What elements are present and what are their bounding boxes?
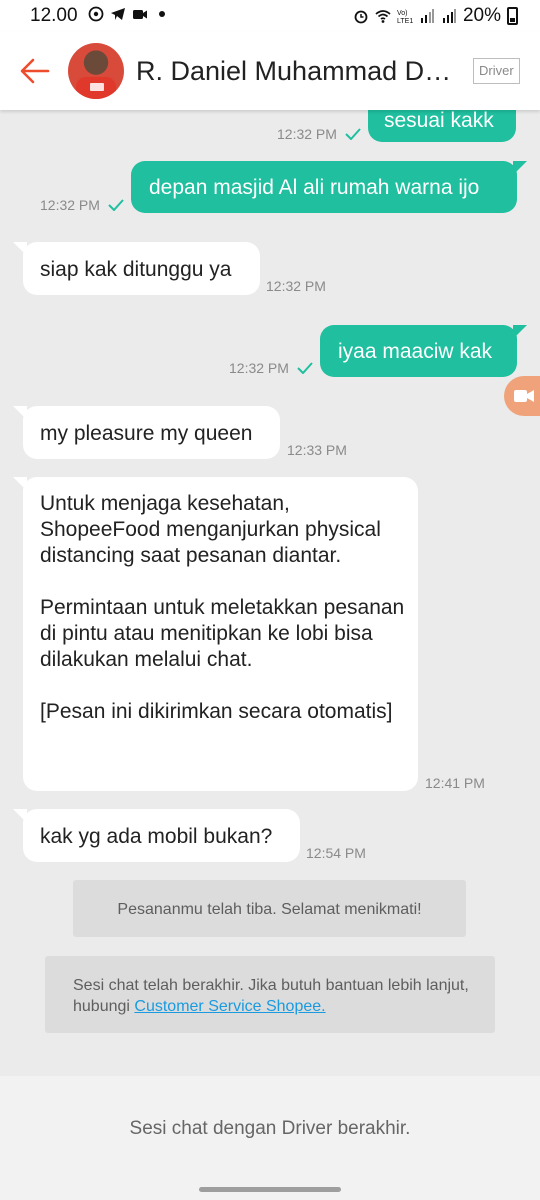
message-text: sesuai kakk [384,109,494,132]
driver-badge: Driver [473,58,520,84]
message-time: 12:32 PM [229,360,289,376]
contact-name[interactable]: R. Daniel Muhammad Daniel [136,56,466,87]
message-time: 12:32 PM [40,197,100,213]
home-indicator[interactable] [199,1187,341,1192]
wifi-icon [375,10,391,23]
system-notice-arrived: Pesananmu telah tiba. Selamat menikmati! [73,880,466,937]
message-meta: 12:41 PM [425,775,485,791]
message-incoming[interactable]: siap kak ditunggu ya [13,242,260,295]
message-incoming[interactable]: my pleasure my queen [13,406,280,459]
video-icon [133,10,147,19]
check-icon [345,128,361,140]
message-meta: 12:32 PM [229,360,313,376]
message-paragraph: [Pesan ini dikirimkan secara otomatis] [40,700,393,723]
signal-icon [442,9,456,23]
message-meta: 12:32 PM [277,126,361,142]
message-time: 12:33 PM [287,442,347,458]
battery-icon [507,7,518,25]
message-meta: 12:32 PM [266,278,326,294]
message-time: 12:32 PM [277,126,337,142]
message-outgoing[interactable]: depan masjid Al ali rumah warna ijo [131,161,527,213]
message-meta: 12:33 PM [287,442,347,458]
volte-icon: Vo)LTE1 [397,10,413,24]
svg-text:Vo): Vo) [397,10,408,17]
message-text: my pleasure my queen [40,422,253,445]
system-notice-text: Pesananmu telah tiba. Selamat menikmati! [117,901,422,918]
chat-header: R. Daniel Muhammad Daniel Driver [0,32,540,110]
signal-icon [420,9,434,23]
message-outgoing[interactable]: iyaa maaciw kak [320,325,527,377]
message-meta: 12:54 PM [306,845,366,861]
video-call-button[interactable] [504,376,540,416]
dot-icon [159,11,165,17]
message-time: 12:41 PM [425,775,485,791]
video-icon [514,390,534,402]
message-text: depan masjid Al ali rumah warna ijo [149,176,480,199]
check-icon [297,362,313,374]
message-paragraph: Permintaan untuk meletakkan pesanan di p… [40,596,405,671]
status-bar: 12.00 Vo) LTE1 20% [0,0,540,32]
message-time: 12:54 PM [306,845,366,861]
battery-percent: 20% [462,5,501,26]
message-paragraph: Untuk menjaga kesehatan, ShopeeFood meng… [40,492,381,567]
message-text: iyaa maaciw kak [338,340,493,363]
arrow-left-icon[interactable] [18,54,52,88]
whatsapp-icon [88,6,104,22]
status-time: 12.00 [30,5,78,26]
svg-text:LTE1: LTE1 [397,18,413,24]
customer-service-link[interactable]: Customer Service Shopee. [134,998,325,1015]
telegram-icon [111,8,125,20]
footer-text: Sesi chat dengan Driver berakhir. [129,1118,411,1139]
chat-footer: Sesi chat dengan Driver berakhir. [0,1076,540,1200]
message-incoming-automated[interactable]: Untuk menjaga kesehatan, ShopeeFood meng… [13,477,418,791]
message-time: 12:32 PM [266,278,326,294]
check-icon [108,199,124,211]
message-incoming[interactable]: kak yg ada mobil bukan? [13,809,300,862]
avatar[interactable] [68,43,124,99]
avatar-logo [90,83,104,91]
message-text: kak yg ada mobil bukan? [40,825,273,848]
message-text: siap kak ditunggu ya [40,258,232,281]
message-body: Untuk menjaga kesehatan, ShopeeFood meng… [40,491,408,725]
alarm-icon [354,10,368,24]
system-notice-ended: Sesi chat telah berakhir. Jika butuh ban… [45,956,495,1033]
message-meta: 12:32 PM [40,197,124,213]
